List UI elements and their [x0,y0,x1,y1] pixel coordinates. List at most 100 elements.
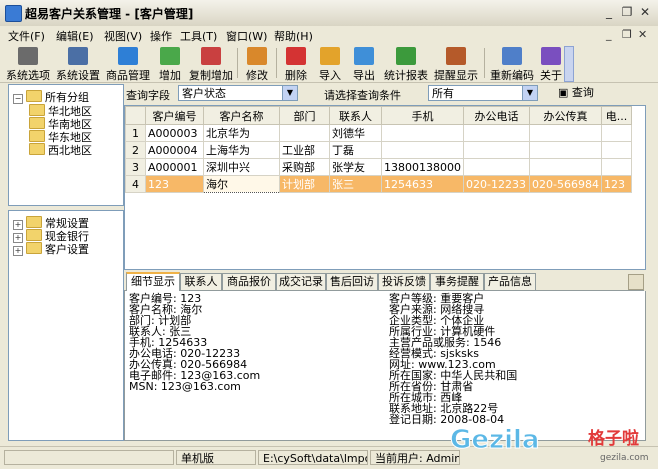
cell[interactable]: 13800138000 [381,158,464,176]
toolbar-import-button[interactable]: 导入 [314,45,346,82]
cell-focused[interactable]: 海尔 [203,175,280,193]
cell[interactable]: 深圳中兴 [203,158,280,176]
toolbar-add-button[interactable]: 增加 [154,45,186,82]
toolbar-copy-add-button[interactable]: 复制增加 [188,45,234,82]
chevron-down-icon[interactable]: ▼ [522,86,537,100]
tab-followup[interactable]: 售后回访 [326,273,378,290]
minimize-icon[interactable]: _ [600,4,618,20]
cell[interactable]: 张三 [329,175,382,193]
cell[interactable]: A000004 [145,141,204,159]
mdi-minimize-icon[interactable]: _ [606,28,612,41]
cell[interactable] [381,141,464,159]
tree-node-settings[interactable]: + 客户设置 [13,241,89,256]
mdi-restore-icon[interactable]: ❐ [622,28,632,41]
tree-node-all-groups[interactable]: − 所有分组 [13,89,89,104]
cell[interactable]: A000001 [145,158,204,176]
column-header[interactable]: 手机 [381,106,464,125]
tab-reminders[interactable]: 事务提醒 [430,273,484,290]
toolbar-report-button[interactable]: 统计报表 [382,45,430,82]
table-row[interactable]: 2 A000004 上海华为 工业部 丁磊 [125,141,632,159]
menu-edit[interactable]: 编辑(E) [56,28,94,44]
cell[interactable]: 1254633 [381,175,464,193]
tab-quotes[interactable]: 商品报价 [222,273,276,290]
cell[interactable]: 123 [145,175,204,193]
cell[interactable] [463,158,530,176]
column-header[interactable]: 办公传真 [529,106,602,125]
menu-view[interactable]: 视图(V) [104,28,142,44]
cell[interactable] [529,158,602,176]
expand-icon[interactable]: + [13,246,23,256]
cell[interactable] [463,141,530,159]
cell[interactable] [381,124,464,142]
cell[interactable]: 工业部 [279,141,330,159]
tree-node-region[interactable]: 西北地区 [29,142,92,157]
chevron-down-icon[interactable]: ▼ [282,86,297,100]
toolbar-system-options-button[interactable]: 系统选项 [4,45,52,82]
toolbar-overflow-handle[interactable] [564,46,574,82]
menu-help[interactable]: 帮助(H) [274,28,313,44]
query-field-select[interactable]: 客户状态 ▼ [178,85,298,101]
query-button[interactable]: ▣ 查询 [558,85,594,101]
toolbar-product-manage-button[interactable]: 商品管理 [104,45,152,82]
tree-node-settings[interactable]: + 现金银行 [13,228,89,243]
column-header[interactable]: 客户名称 [203,106,280,125]
table-row[interactable]: 3 A000001 深圳中兴 采购部 张学友 13800138000 [125,158,632,176]
toolbar-edit-button[interactable]: 修改 [241,45,273,82]
settings-tree-area [8,264,124,441]
column-header[interactable]: 联系人 [329,106,382,125]
mdi-close-icon[interactable]: ✕ [638,28,647,41]
toolbar-system-settings-button[interactable]: 系统设置 [54,45,102,82]
customer-grid[interactable]: 客户编号 客户名称 部门 联系人 手机 办公电话 办公传真 电... 1 A00… [124,105,646,270]
table-row[interactable]: 1 A000003 北京华为 刘德华 [125,124,632,142]
cell[interactable]: 北京华为 [203,124,280,142]
tree-node-region[interactable]: 华北地区 [29,103,92,118]
column-header[interactable]: 办公电话 [463,106,530,125]
cell[interactable]: 计划部 [279,175,330,193]
menu-file[interactable]: 文件(F) [8,28,45,44]
cell[interactable]: 丁磊 [329,141,382,159]
tools-icon [18,47,38,65]
cell[interactable] [279,124,330,142]
close-icon[interactable]: ✕ [636,4,654,20]
column-header[interactable]: 客户编号 [145,106,204,125]
cell[interactable]: 采购部 [279,158,330,176]
cell[interactable]: 020-566984 [529,175,602,193]
menu-operate[interactable]: 操作 [150,28,172,44]
toolbar-recode-button[interactable]: 重新编码 [488,45,536,82]
toolbar-about-button[interactable]: 关于 [538,45,564,82]
cell[interactable]: A000003 [145,124,204,142]
folder-icon [29,130,45,142]
notes-icon[interactable] [628,274,644,290]
cell[interactable] [529,141,602,159]
tab-products[interactable]: 产品信息 [484,273,536,290]
cell[interactable]: 刘德华 [329,124,382,142]
collapse-icon[interactable]: − [13,94,23,104]
toolbar-export-button[interactable]: 导出 [348,45,380,82]
cell[interactable] [529,124,602,142]
tab-contacts[interactable]: 联系人 [180,273,222,290]
column-header[interactable]: 电... [600,106,632,125]
cell[interactable] [600,124,632,142]
menu-window[interactable]: 窗口(W) [226,28,267,44]
cell[interactable] [600,158,632,176]
toolbar-reminder-button[interactable]: 提醒显示 [432,45,480,82]
restore-icon[interactable]: ❐ [618,4,636,20]
query-field-label: 查询字段 [126,89,170,102]
tree-node-settings[interactable]: + 常规设置 [13,215,89,230]
query-condition-select[interactable]: 所有 ▼ [428,85,538,101]
tree-node-region[interactable]: 华南地区 [29,116,92,131]
cell[interactable]: 张学友 [329,158,382,176]
tab-deals[interactable]: 成交记录 [276,273,326,290]
column-header[interactable]: 部门 [279,106,330,125]
cell[interactable]: 020-12233 [463,175,530,193]
toolbar-delete-button[interactable]: 删除 [280,45,312,82]
tab-details[interactable]: 细节显示 [126,272,180,292]
cell[interactable]: 上海华为 [203,141,280,159]
cell[interactable] [600,141,632,159]
cell[interactable] [463,124,530,142]
table-row-selected[interactable]: 4 123 海尔 计划部 张三 1254633 020-12233 020-56… [125,175,632,193]
tree-node-region[interactable]: 华东地区 [29,129,92,144]
cell[interactable]: 123 [600,175,632,193]
tab-complaints[interactable]: 投诉反馈 [378,273,430,290]
menu-tools[interactable]: 工具(T) [180,28,217,44]
